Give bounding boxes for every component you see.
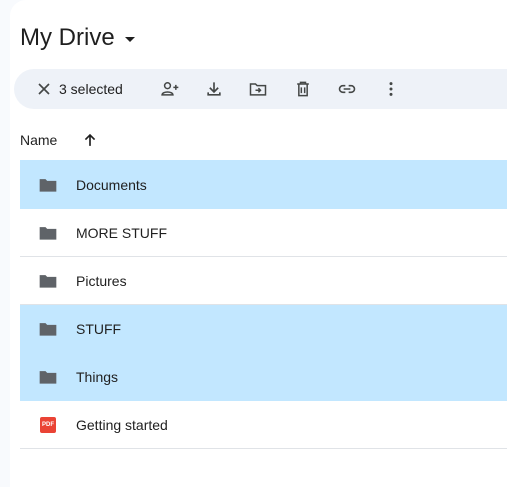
file-name: STUFF	[76, 321, 122, 337]
delete-button[interactable]	[291, 77, 315, 101]
list-header: Name	[20, 122, 507, 158]
list-item[interactable]: Documents	[20, 160, 507, 209]
file-name: Things	[76, 369, 119, 385]
list-item[interactable]: STUFF	[20, 305, 507, 353]
folder-icon	[39, 227, 57, 240]
arrow-up-icon[interactable]	[80, 130, 100, 150]
download-icon	[207, 82, 221, 96]
more-vert-icon	[389, 82, 393, 96]
pdf-icon-text: PDF	[40, 417, 56, 433]
list-item[interactable]: Pictures	[20, 257, 507, 305]
folder-icon	[39, 179, 57, 192]
more-actions-button[interactable]	[379, 77, 403, 101]
selected-count: 3 selected	[59, 81, 123, 97]
caret-down-icon	[124, 36, 135, 42]
file-list: Documents MORE STUFF Pictures STUFF Thin…	[20, 160, 507, 449]
close-icon	[38, 83, 50, 95]
move-button[interactable]	[246, 77, 270, 101]
folder-icon	[39, 323, 57, 336]
person-add-icon	[161, 82, 179, 96]
folder-icon	[39, 275, 57, 288]
trash-icon	[297, 81, 309, 97]
folder-icon	[39, 371, 57, 384]
file-name: MORE STUFF	[76, 225, 167, 241]
share-button[interactable]	[158, 77, 182, 101]
move-folder-icon	[249, 83, 267, 96]
download-button[interactable]	[202, 77, 226, 101]
file-name: Documents	[76, 177, 147, 193]
file-name: Pictures	[76, 273, 127, 289]
my-drive-dropdown[interactable]: My Drive	[20, 20, 135, 56]
name-column-header[interactable]: Name	[20, 132, 57, 148]
clear-selection-button[interactable]	[32, 77, 56, 101]
list-item[interactable]: MORE STUFF	[20, 209, 507, 257]
file-name: Getting started	[76, 417, 168, 433]
pdf-icon: PDF	[38, 415, 58, 435]
list-item[interactable]: PDF Getting started	[20, 401, 507, 449]
selection-toolbar: 3 selected	[14, 69, 507, 109]
link-icon	[338, 84, 356, 94]
list-item[interactable]: Things	[20, 353, 507, 401]
page-title: My Drive	[20, 24, 115, 51]
copy-link-button[interactable]	[335, 77, 359, 101]
